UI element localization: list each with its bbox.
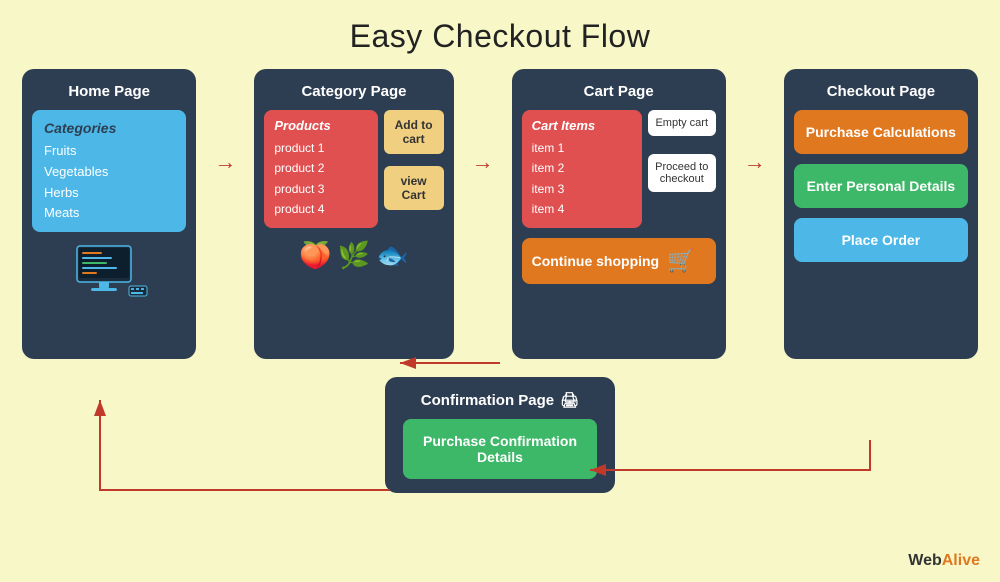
arrow-category-to-cart: → bbox=[472, 149, 494, 175]
cart-page-box: Cart Page Cart Items item 1 item 2 item … bbox=[512, 69, 726, 359]
purchase-calculations-button[interactable]: Purchase Calculations bbox=[794, 110, 968, 154]
continue-shopping-label: Continue shopping bbox=[532, 253, 660, 269]
cart-item-2: item 2 bbox=[532, 158, 632, 178]
checkout-page-title: Checkout Page bbox=[794, 83, 968, 100]
category-inner: Products product 1 product 2 product 3 p… bbox=[264, 110, 443, 228]
view-cart-button[interactable]: view Cart bbox=[384, 166, 444, 210]
bottom-section: Confirmation Page 🖨 Purchase Confirmatio… bbox=[0, 377, 1000, 493]
product-4: product 4 bbox=[274, 199, 367, 219]
home-page-title: Home Page bbox=[32, 83, 186, 100]
cart-buttons: Empty cart Proceed to checkout bbox=[648, 110, 716, 228]
confirmation-page-title: Confirmation Page 🖨 bbox=[403, 391, 597, 409]
cart-items-section: Cart Items item 1 item 2 item 3 item 4 bbox=[522, 110, 642, 228]
arrow-cart-to-checkout: → bbox=[744, 149, 766, 175]
product-1: product 1 bbox=[274, 138, 367, 158]
home-item-fruits: Fruits bbox=[44, 141, 174, 162]
purchase-confirmation-details-button[interactable]: Purchase Confirmation Details bbox=[403, 419, 597, 479]
brand-web: Web bbox=[908, 552, 941, 569]
cart-item-3: item 3 bbox=[532, 179, 632, 199]
shopping-cart-emoji: 🛒 bbox=[667, 248, 694, 274]
computer-icon bbox=[32, 244, 186, 308]
add-to-cart-button[interactable]: Add to cart bbox=[384, 110, 444, 154]
home-item-vegetables: Vegetables bbox=[44, 162, 174, 183]
cart-items-title: Cart Items bbox=[532, 118, 632, 133]
continue-shopping-button[interactable]: Continue shopping 🛒 bbox=[522, 238, 716, 284]
products-section: Products product 1 product 2 product 3 p… bbox=[264, 110, 377, 228]
herb-emoji: 🌿 bbox=[338, 240, 370, 271]
printer-icon: 🖨 bbox=[560, 391, 579, 409]
product-2: product 2 bbox=[274, 158, 367, 178]
empty-cart-button[interactable]: Empty cart bbox=[648, 110, 716, 136]
fruit-emoji: 🍑 bbox=[299, 240, 331, 271]
category-buttons: Add to cart view Cart bbox=[384, 110, 444, 228]
confirmation-page-box: Confirmation Page 🖨 Purchase Confirmatio… bbox=[385, 377, 615, 493]
cart-inner: Cart Items item 1 item 2 item 3 item 4 E… bbox=[522, 110, 716, 228]
arrow-home-to-category: → bbox=[214, 149, 236, 175]
home-item-meats: Meats bbox=[44, 203, 174, 224]
product-3: product 3 bbox=[274, 179, 367, 199]
home-page-box: Home Page Categories Fruits Vegetables H… bbox=[22, 69, 196, 359]
confirmation-title-text: Confirmation Page bbox=[421, 392, 554, 409]
cart-item-1: item 1 bbox=[532, 138, 632, 158]
category-emojis: 🍑 🌿 🐟 bbox=[264, 240, 443, 271]
checkout-page-box: Checkout Page Purchase Calculations Ente… bbox=[784, 69, 978, 359]
branding: WebAlive bbox=[908, 552, 980, 570]
categories-title: Categories bbox=[44, 120, 174, 136]
cart-item-4: item 4 bbox=[532, 199, 632, 219]
home-item-herbs: Herbs bbox=[44, 183, 174, 204]
proceed-to-checkout-button[interactable]: Proceed to checkout bbox=[648, 154, 716, 192]
category-page-box: Category Page Products product 1 product… bbox=[254, 69, 453, 359]
fish-emoji: 🐟 bbox=[376, 240, 408, 271]
page-title: Easy Checkout Flow bbox=[0, 0, 1000, 67]
place-order-button[interactable]: Place Order bbox=[794, 218, 968, 262]
brand-alive: Alive bbox=[942, 552, 980, 569]
enter-personal-details-button[interactable]: Enter Personal Details bbox=[794, 164, 968, 208]
flow-container: Home Page Categories Fruits Vegetables H… bbox=[0, 69, 1000, 359]
products-title: Products bbox=[274, 118, 367, 133]
category-page-title: Category Page bbox=[264, 83, 443, 100]
cart-page-title: Cart Page bbox=[522, 83, 716, 100]
home-inner-box: Categories Fruits Vegetables Herbs Meats bbox=[32, 110, 186, 232]
